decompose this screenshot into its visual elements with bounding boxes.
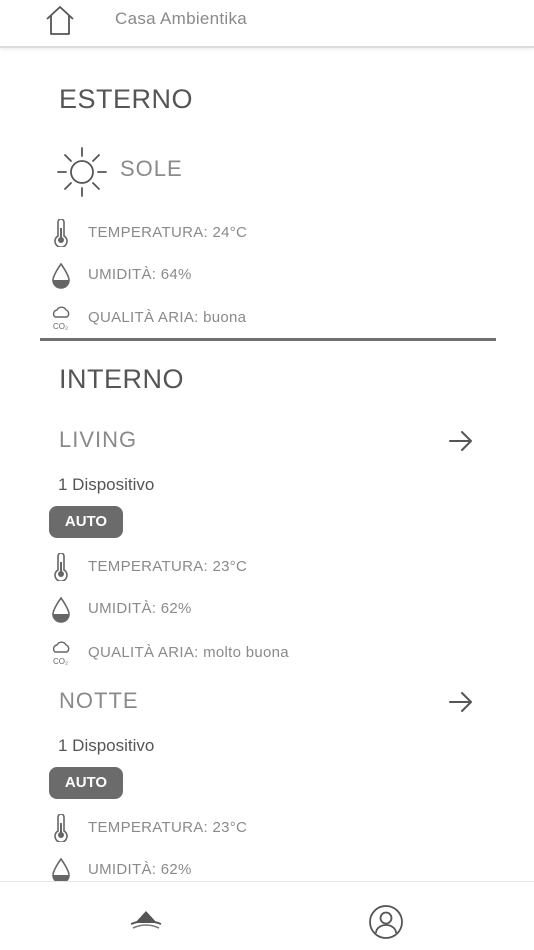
app-title: Casa Ambientika (115, 9, 248, 28)
sun-icon (57, 147, 107, 197)
metric-temperature: TEMPERATURA: 24°C (50, 219, 470, 247)
droplet-icon (52, 857, 70, 884)
metric-text: UMIDITÀ: 64% (88, 266, 192, 283)
profile-icon[interactable] (368, 904, 404, 940)
section-divider (40, 338, 496, 341)
metric-humidity: UMIDITÀ: 64% (50, 261, 470, 289)
bottom-navigation (0, 881, 534, 950)
section-title-interno: INTERNO (59, 364, 184, 394)
thermometer-icon (54, 219, 68, 247)
droplet-icon (52, 262, 70, 289)
ambientika-logo-icon[interactable] (128, 908, 164, 932)
droplet-icon (52, 596, 70, 623)
section-title-esterno: ESTERNO (59, 84, 194, 114)
metric-text: TEMPERATURA: 24°C (88, 224, 248, 241)
metric-temperature: TEMPERATURA: 23°C (50, 553, 470, 581)
mode-badge[interactable]: AUTO (49, 506, 123, 538)
arrow-right-icon[interactable] (448, 691, 474, 713)
mode-badge[interactable]: AUTO (49, 767, 123, 799)
metric-air-quality: CO₂ QUALITÀ ARIA: molto buona (50, 639, 470, 666)
air-quality-icon: CO₂ (52, 306, 70, 331)
metric-text: UMIDITÀ: 62% (88, 861, 192, 878)
metric-text: TEMPERATURA: 23°C (88, 819, 248, 836)
weather-label: SOLE (120, 156, 183, 181)
arrow-right-icon[interactable] (448, 430, 474, 452)
thermometer-icon (54, 814, 68, 842)
metric-text: QUALITÀ ARIA: molto buona (88, 644, 289, 661)
thermometer-icon (54, 553, 68, 581)
top-bar: Casa Ambientika (0, 0, 534, 48)
home-icon[interactable] (44, 4, 76, 36)
metric-temperature: TEMPERATURA: 23°C (50, 814, 470, 842)
svg-text:CO₂: CO₂ (53, 657, 68, 666)
metric-text: QUALITÀ ARIA: buona (88, 309, 247, 326)
device-count: 1 Dispositivo (58, 736, 155, 755)
room-name-notte[interactable]: NOTTE (59, 688, 139, 714)
device-count: 1 Dispositivo (58, 475, 155, 494)
metric-humidity: UMIDITÀ: 62% (50, 856, 470, 884)
metric-text: UMIDITÀ: 62% (88, 600, 192, 617)
metric-text: TEMPERATURA: 23°C (88, 558, 248, 575)
room-name-living[interactable]: LIVING (59, 427, 137, 453)
air-quality-icon: CO₂ (52, 641, 70, 666)
svg-text:CO₂: CO₂ (53, 322, 68, 331)
metric-humidity: UMIDITÀ: 62% (50, 595, 470, 623)
metric-air-quality: CO₂ QUALITÀ ARIA: buona (50, 304, 470, 331)
